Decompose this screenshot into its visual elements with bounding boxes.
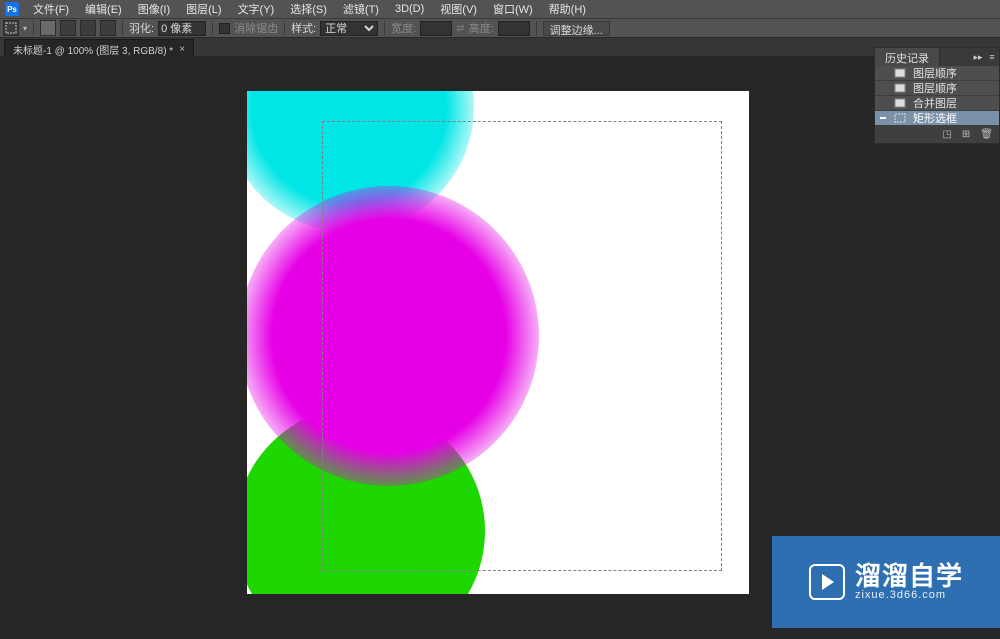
history-row-label: 合并图层 [913,95,957,111]
menu-3d[interactable]: 3D(D) [387,1,432,17]
menu-select[interactable]: 选择(S) [282,0,335,19]
history-row[interactable]: 合并图层 [875,96,999,111]
height-input [498,21,530,36]
layer-icon [893,82,907,94]
history-panel: 历史记录 ▸▸ ≡ 图层顺序图层顺序合并图层矩形选框 ◳ ⊞ 🗑 [874,47,1000,144]
menu-view[interactable]: 视图(V) [432,0,485,19]
panel-collapse-icon[interactable]: ▸▸ [971,52,985,63]
style-label: 样式: [291,20,316,36]
feather-label: 羽化: [129,20,154,36]
selmode-new-icon[interactable] [40,20,56,36]
swap-wh-icon: ⇄ [456,23,464,34]
current-tool-icon[interactable] [3,20,19,36]
menu-help[interactable]: 帮助(H) [541,0,594,19]
history-row[interactable]: 矩形选框 [875,111,999,126]
selection-mode-group [40,20,116,36]
menu-edit[interactable]: 编辑(E) [77,0,130,19]
layer-icon [893,67,907,79]
play-icon [809,564,845,600]
history-delete-icon[interactable]: 🗑 [980,129,993,140]
canvas[interactable] [247,91,749,594]
status-bar [0,628,1000,639]
history-marker [879,113,887,123]
selmode-add-icon[interactable] [60,20,76,36]
history-row-label: 图层顺序 [913,80,957,96]
marquee-icon [893,112,907,124]
antialias-checkbox [219,23,230,34]
history-row[interactable]: 图层顺序 [875,66,999,81]
menu-image[interactable]: 图像(I) [130,0,178,19]
selmode-subtract-icon[interactable] [80,20,96,36]
panel-menu-icon[interactable]: ≡ [985,52,999,62]
feather-input[interactable] [158,21,206,36]
menu-window[interactable]: 窗口(W) [485,0,541,19]
refine-edge-button[interactable]: 调整边缘... [543,21,610,36]
history-marker [879,68,887,78]
watermark-url: zixue.3d66.com [855,590,946,602]
watermark-title: 溜溜自学 [855,563,963,590]
right-panel-area: 历史记录 ▸▸ ≡ 图层顺序图层顺序合并图层矩形选框 ◳ ⊞ 🗑 [874,47,1000,144]
history-row[interactable]: 图层顺序 [875,81,999,96]
document-tab-bar: 未标题-1 @ 100% (图层 3, RGB/8) * × [0,37,1000,56]
magenta-circle [247,186,539,486]
document-tab[interactable]: 未标题-1 @ 100% (图层 3, RGB/8) * × [4,39,194,56]
tool-chevron-icon[interactable]: ▾ [23,24,27,33]
menu-layer[interactable]: 图层(L) [178,0,229,19]
app-logo: Ps [5,2,19,16]
layer-icon [893,97,907,109]
width-label: 宽度: [391,20,416,36]
width-input [420,21,452,36]
menu-filter[interactable]: 滤镜(T) [335,0,387,19]
document-tab-title: 未标题-1 @ 100% (图层 3, RGB/8) * [13,42,173,57]
options-bar: ▾ 羽化: 消除锯齿 样式: 正常 宽度: ⇄ 高度: 调整边缘... [0,18,1000,37]
style-select[interactable]: 正常 [320,21,378,36]
height-label: 高度: [469,20,494,36]
history-new-icon[interactable]: ⊞ [962,129,970,140]
history-row-label: 矩形选框 [913,110,957,126]
history-footer: ◳ ⊞ 🗑 [875,126,999,143]
history-list: 图层顺序图层顺序合并图层矩形选框 [875,66,999,126]
history-marker [879,98,887,108]
antialias-label: 消除锯齿 [234,20,278,36]
history-row-label: 图层顺序 [913,65,957,81]
history-tab[interactable]: 历史记录 [875,48,940,66]
history-marker [879,83,887,93]
selmode-intersect-icon[interactable] [100,20,116,36]
menu-type[interactable]: 文字(Y) [230,0,283,19]
watermark: 溜溜自学 zixue.3d66.com [772,536,1000,628]
menu-bar: Ps 文件(F) 编辑(E) 图像(I) 图层(L) 文字(Y) 选择(S) 滤… [0,0,1000,18]
menu-file[interactable]: 文件(F) [25,0,77,19]
history-snapshot-icon[interactable]: ◳ [942,129,951,140]
close-icon[interactable]: × [179,44,185,55]
